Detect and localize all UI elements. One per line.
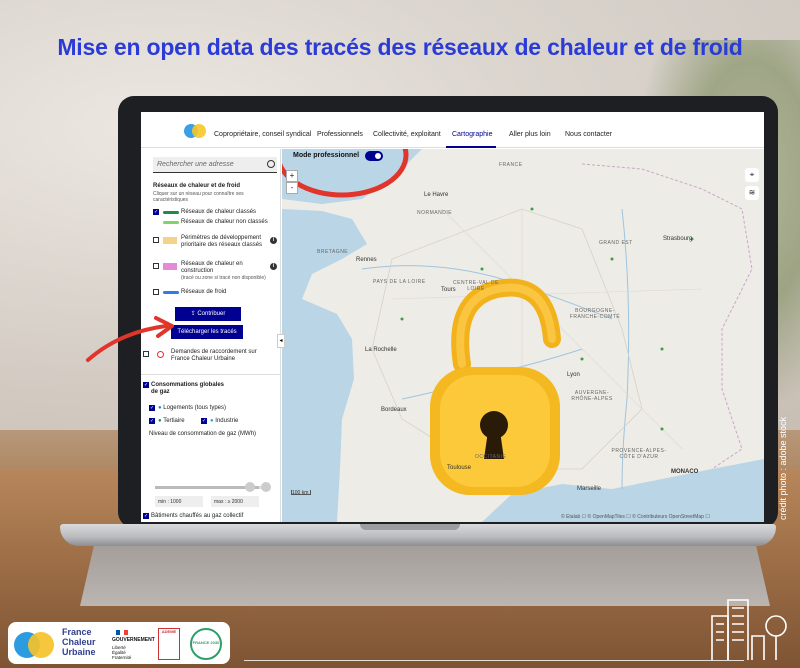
gov-motto: Liberté Égalité Fraternité <box>112 645 132 660</box>
map-city-label: Marseille <box>577 486 602 492</box>
map-region-label: PROVENCE-ALPES-CÔTE D'AZUR <box>611 448 667 460</box>
map-region-label: CENTRE-VAL DE LOIRE <box>453 280 499 292</box>
gas-title: Consommations globales de gaz <box>151 382 225 395</box>
gas-slider-fill <box>155 486 259 489</box>
gas-type-checkbox-logements[interactable] <box>149 405 155 411</box>
requests-label: Demandes de raccordement sur France Chal… <box>171 349 257 362</box>
info-icon[interactable]: i <box>270 263 277 270</box>
map-city-label: Lyon <box>567 372 580 378</box>
fcu-logo-text: France Chaleur Urbaine <box>62 627 96 657</box>
layer-label-construction: Réseaux de chaleur en construction <box>181 261 243 274</box>
networks-section-title: Réseaux de chaleur et de froid <box>153 183 241 189</box>
layer-checkbox-perimetres[interactable] <box>153 237 159 243</box>
gas-slider-handle-min[interactable] <box>245 482 255 492</box>
map-terrain <box>275 112 764 522</box>
layer-checkbox-construction[interactable] <box>153 263 159 269</box>
map-city-label: Bordeaux <box>381 407 407 413</box>
map-canvas[interactable] <box>275 112 764 522</box>
layer-label-classes: Réseaux de chaleur classés <box>181 209 257 215</box>
fcu-logo-icon <box>14 632 54 658</box>
locate-icon[interactable]: ⌖ <box>745 168 759 182</box>
sidebar-collapse-button[interactable]: ◂ <box>277 334 285 348</box>
laptop-notch <box>360 524 460 530</box>
layer-label-perimetres: Périmètres de développement prioritaire … <box>181 235 263 248</box>
map-region-label: OCCITANIE <box>475 454 507 460</box>
search-icon[interactable] <box>267 160 275 168</box>
info-icon[interactable]: i <box>270 237 277 244</box>
active-tab-underline <box>446 146 496 148</box>
map-region-label: NORMANDIE <box>417 210 453 216</box>
gas-checkbox[interactable] <box>143 382 149 388</box>
map-region-label: GRAND EST <box>599 240 633 246</box>
france2030-logo: FRANCE 2030 <box>190 628 222 660</box>
networks-section-hint: Cliquer sur un réseau pour connaître ses… <box>153 191 244 203</box>
map-city-label: La Rochelle <box>365 347 397 353</box>
nav-item-collectivite[interactable]: Collectivité, exploitant <box>373 131 441 138</box>
gas-type-checkbox-tertiaire[interactable] <box>149 418 155 424</box>
map-city-label: Rennes <box>356 257 377 263</box>
nav-item-professionnels[interactable]: Professionnels <box>317 131 363 138</box>
fcu-logo-icon[interactable] <box>184 124 206 138</box>
map-city-label: MONACO <box>671 469 699 475</box>
bottom-divider <box>244 660 744 661</box>
layer-label-non-classes: Réseaux de chaleur non classés <box>181 219 268 225</box>
gas-type-label-industrie: ● Industrie <box>210 418 239 424</box>
gov-logo-text: GOUVERNEMENT <box>112 637 155 643</box>
gas-type-label-logements: ● Logements (tous types) <box>158 405 226 411</box>
pro-mode-toggle[interactable] <box>365 151 383 161</box>
layer-swatch-classes <box>163 211 179 214</box>
contribute-button-label: Contribuer <box>197 311 226 317</box>
ademe-logo: ADEME <box>158 628 180 660</box>
gas-min-input[interactable]: min : 1000 <box>155 496 203 507</box>
download-traces-button[interactable]: Télécharger les tracés <box>171 325 243 339</box>
map-region-label: AUVERGNE-RHÔNE-ALPES <box>571 390 613 402</box>
contribute-button[interactable]: ⇪ Contribuer <box>175 307 241 321</box>
map-attribution[interactable]: © Etalab ☐ © OpenMapTiles ☐ © Contribute… <box>561 514 710 520</box>
layer-label-froid: Réseaux de froid <box>181 289 227 295</box>
map-region-label: FRANCE <box>499 162 523 168</box>
map-region-label: PAYS DE LA LOIRE <box>373 279 426 285</box>
nav-item-cartographie[interactable]: Cartographie <box>452 131 492 138</box>
laptop-screen: Copropriétaire, conseil syndical Profess… <box>141 112 764 522</box>
gas-type-label-tertiaire: ● Tertiaire <box>158 418 185 424</box>
address-search-input[interactable]: Rechercher une adresse <box>153 157 277 173</box>
buildings-checkbox[interactable] <box>143 513 149 519</box>
gas-type-checkbox-industrie[interactable] <box>201 418 207 424</box>
zoom-in-button[interactable]: + <box>286 170 298 182</box>
pro-mode-label: Mode professionnel <box>293 152 360 159</box>
zoom-out-button[interactable]: - <box>286 182 298 194</box>
map-city-label: Strasbourg <box>663 236 693 242</box>
headline: Mise en open data des tracés des réseaux… <box>57 34 743 60</box>
layer-swatch-froid <box>163 291 179 294</box>
map-city-label: Toulouse <box>447 465 472 471</box>
layer-checkbox-classes[interactable] <box>153 209 159 215</box>
layer-swatch-perimetres <box>163 237 177 244</box>
nav-item-coproprietaire[interactable]: Copropriétaire, conseil syndical <box>214 131 311 138</box>
nav-item-nous-contacter[interactable]: Nous contacter <box>565 131 612 138</box>
gas-max-input[interactable]: max : ≥ 2000 <box>211 496 259 507</box>
layer-checkbox-froid[interactable] <box>153 289 159 295</box>
layer-sub-construction: (tracé ou zone si tracé non disponible) <box>181 275 266 281</box>
city-building-icon <box>711 599 787 660</box>
buildings-label: Bâtiments chauffés au gaz collectif <box>151 513 244 519</box>
layers-icon[interactable]: ≋ <box>745 186 759 200</box>
laptop-keyboard-reflection <box>80 546 770 606</box>
gas-slider-handle-max[interactable] <box>261 482 271 492</box>
red-arrow-annotation <box>86 316 174 362</box>
gas-level-label: Niveau de consommation de gaz (MWh) <box>149 431 257 437</box>
map-scale: 100 km <box>291 490 311 496</box>
sidebar-divider <box>141 374 281 375</box>
map-region-label: BOURGOGNE-FRANCHE-COMTÉ <box>569 308 621 320</box>
photo-credit: crédit photo : adobe stock <box>778 416 788 520</box>
nav-item-aller-plus-loin[interactable]: Aller plus loin <box>509 131 551 138</box>
map-region-label: BRETAGNE <box>317 249 349 255</box>
top-nav: Copropriétaire, conseil syndical Profess… <box>141 112 764 148</box>
layer-swatch-non-classes <box>163 221 179 224</box>
french-flag-icon <box>116 630 128 635</box>
map-city-label: Le Havre <box>424 192 449 198</box>
layer-swatch-construction <box>163 263 177 270</box>
